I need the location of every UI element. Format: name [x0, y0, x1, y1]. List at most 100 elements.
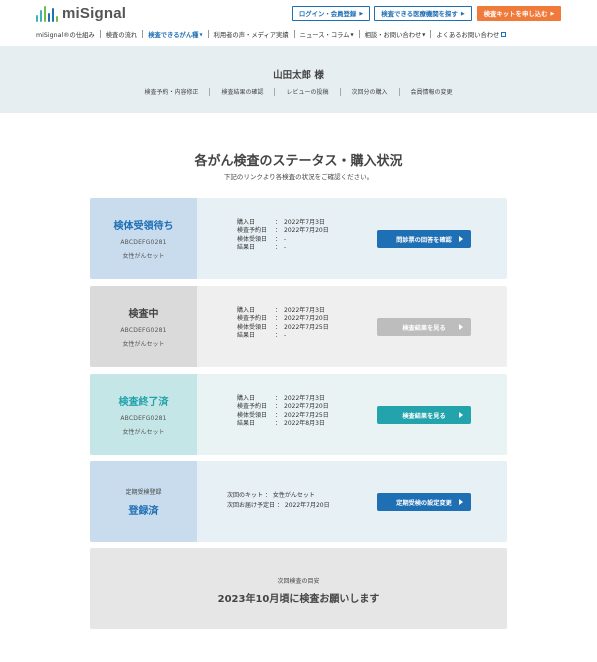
- date-list: 購入日： 2022年7月3日 検査予約日： 2022年7月20日 検体受領日： 202…: [237, 395, 329, 428]
- kit-name: 女性がんセット: [122, 253, 165, 260]
- nav-item-faq[interactable]: よくあるお問い合わせ: [436, 30, 507, 39]
- date-value: 2022年7月20日: [284, 315, 329, 323]
- subnav-item-results[interactable]: 検査結果の確認: [221, 87, 263, 96]
- info-key: 次回お届け予定日: [227, 501, 276, 509]
- view-results-button[interactable]: 検査結果を見る: [377, 406, 471, 424]
- page-title: 各がん検査のステータス・購入状況: [194, 154, 403, 169]
- date-key: 結果日: [237, 419, 256, 427]
- date-row: 検体受領日 ： 2022年7月25日: [237, 324, 329, 332]
- nav-item-contact[interactable]: 相談・お問い合わせ ▼: [365, 30, 426, 39]
- kit-code: ABCDEFG0281: [120, 239, 167, 246]
- status-title: 登録済: [128, 505, 159, 517]
- date-row: 検査予約日 ： 2022年7月20日: [237, 315, 329, 323]
- member-subnav: 検査予約・内容修正 検査結果の確認 レビューの投稿 次回分の購入 会員情報の変更: [0, 87, 597, 96]
- date-value: 2022年7月3日: [284, 307, 325, 314]
- nav-divider: [142, 30, 144, 38]
- button-label: 定期受検の設定変更: [396, 499, 452, 507]
- subscription-settings-button[interactable]: 定期受検の設定変更: [377, 493, 471, 511]
- date-key: 検体受領日: [237, 235, 268, 243]
- view-results-button-disabled[interactable]: 検査結果を見る: [377, 318, 471, 336]
- member-band: 山田太郎 様 検査予約・内容修正 検査結果の確認 レビューの投稿 次回分の購入 …: [0, 46, 597, 113]
- info-row: 次回お届け予定日 ： 2022年7月20日: [227, 501, 330, 511]
- nav-divider: [358, 30, 360, 38]
- date-colon: ：: [275, 227, 282, 235]
- order-kit-button[interactable]: 検査キットを申し込む ▶: [477, 6, 561, 21]
- date-row: 検査予約日 ： 2022年7月20日: [237, 227, 329, 235]
- status-detail: 購入日： 2022年7月3日 検査予約日： 2022年7月20日 検体受領日： 202…: [197, 286, 507, 367]
- subnav-item-next-purchase[interactable]: 次回分の購入: [352, 87, 388, 96]
- date-row: 結果日 ： -: [237, 332, 329, 340]
- date-row: 結果日 ： -: [237, 244, 329, 252]
- button-label: 検査結果を見る: [402, 324, 446, 332]
- date-value: 2022年7月3日: [284, 395, 325, 402]
- nav-item-label: 検査できるがん種: [148, 31, 199, 39]
- info-key: 次回のキット: [227, 492, 264, 499]
- caret-down-icon: ▼: [350, 31, 354, 37]
- kit-name: 女性がんセット: [122, 341, 165, 348]
- date-colon: ：: [275, 331, 282, 339]
- user-name: 山田太郎 様: [273, 70, 324, 81]
- button-label: 問診票の回答を確認: [396, 236, 452, 244]
- signal-bar: [44, 5, 46, 22]
- subnav-item-review[interactable]: レビューの投稿: [286, 87, 328, 96]
- nav-divider: [430, 30, 432, 38]
- date-value: 2022年7月25日: [284, 411, 329, 419]
- info-value: 2022年7月20日: [284, 501, 330, 509]
- status-panel: 検体受領待ち ABCDEFG0281 女性がんセット: [90, 198, 197, 279]
- subnav-item-member-info[interactable]: 会員情報の変更: [411, 87, 453, 96]
- date-key: 検査予約日: [237, 227, 268, 235]
- status-card-completed: 検査終了済 ABCDEFG0281 女性がんセット 購入日： 2022年7月3日 …: [90, 374, 507, 455]
- subscription-card: 定期受検登録 登録済 次回のキット ： 女性がんセット 次回お届け予定日 ： 2…: [90, 461, 507, 542]
- find-clinic-button[interactable]: 検査できる医療機関を探す ▶: [374, 6, 472, 21]
- date-value: 2022年7月20日: [284, 227, 329, 235]
- info-value: 女性がんセット: [272, 492, 315, 499]
- next-test-label: 次回検査の目安: [277, 578, 320, 585]
- date-key: 検体受領日: [237, 411, 268, 419]
- date-value: 2022年8月3日: [284, 419, 325, 427]
- brand-signal-icon: [36, 5, 58, 22]
- info-row: 次回のキット ： 女性がんセット: [227, 491, 330, 501]
- date-key: 検査予約日: [237, 403, 268, 411]
- nav-item-how-it-works[interactable]: miSignal®の仕組み: [36, 30, 95, 39]
- nav-item-flow[interactable]: 検査の流れ: [106, 30, 137, 39]
- view-questionnaire-button[interactable]: 問診票の回答を確認: [377, 230, 471, 248]
- signal-bar: [36, 14, 38, 22]
- status-panel: 検査中 ABCDEFG0281 女性がんセット: [90, 286, 197, 367]
- subscription-label: 定期受検登録: [125, 488, 162, 496]
- status-title: 検査中: [128, 309, 159, 320]
- nav-item-news-column[interactable]: ニュース・コラム ▼: [300, 30, 354, 39]
- next-test-panel: 次回検査の目安 2023年10月頃に検査お願いします: [90, 548, 507, 629]
- global-nav: miSignal®の仕組み 検査の流れ 検査できるがん種 ▼ 利用者の声・メディア…: [36, 29, 507, 39]
- nav-item-cancer-types[interactable]: 検査できるがん種 ▼: [148, 30, 202, 39]
- button-label: 検査結果を見る: [402, 412, 446, 420]
- date-key: 検体受領日: [237, 323, 268, 331]
- chevron-right-icon: ▶: [550, 10, 555, 17]
- nav-item-label: 検査の流れ: [105, 31, 138, 39]
- status-panel: 定期受検登録 登録済: [90, 461, 197, 542]
- status-card-in-testing: 検査中 ABCDEFG0281 女性がんセット 購入日： 2022年7月3日 検査…: [90, 286, 507, 367]
- date-colon: ：: [275, 411, 282, 419]
- date-colon: ：: [275, 307, 282, 314]
- date-colon: ：: [275, 243, 282, 251]
- date-colon: ：: [275, 323, 282, 331]
- status-panel: 検査終了済 ABCDEFG0281 女性がんセット: [90, 374, 197, 455]
- date-colon: ：: [275, 403, 282, 411]
- kit-code: ABCDEFG0281: [120, 415, 167, 422]
- subnav-divider: [274, 87, 276, 96]
- nav-item-label: 相談・お問い合わせ: [364, 31, 422, 39]
- chevron-right-icon: ▶: [460, 10, 465, 17]
- order-kit-button-label: 検査キットを申し込む: [483, 10, 548, 18]
- login-button[interactable]: ログイン・会員登録 ▶: [292, 6, 370, 21]
- nav-item-voices-media[interactable]: 利用者の声・メディア実績: [214, 30, 289, 39]
- find-clinic-button-label: 検査できる医療機関を探す: [381, 10, 458, 18]
- kit-code: ABCDEFG0281: [120, 327, 167, 334]
- play-arrow-icon: [459, 324, 463, 330]
- info-colon: ：: [276, 501, 283, 509]
- nav-divider: [293, 30, 295, 38]
- page-subtitle: 下記のリンクより各検査の状況をご確認ください。: [223, 173, 374, 181]
- brand-logo[interactable]: miSignal: [36, 5, 126, 22]
- date-value: 2022年7月3日: [284, 219, 325, 226]
- date-colon: ：: [275, 419, 282, 427]
- nav-item-label: 利用者の声・メディア実績: [213, 31, 289, 39]
- subnav-item-reservation[interactable]: 検査予約・内容修正: [144, 87, 198, 96]
